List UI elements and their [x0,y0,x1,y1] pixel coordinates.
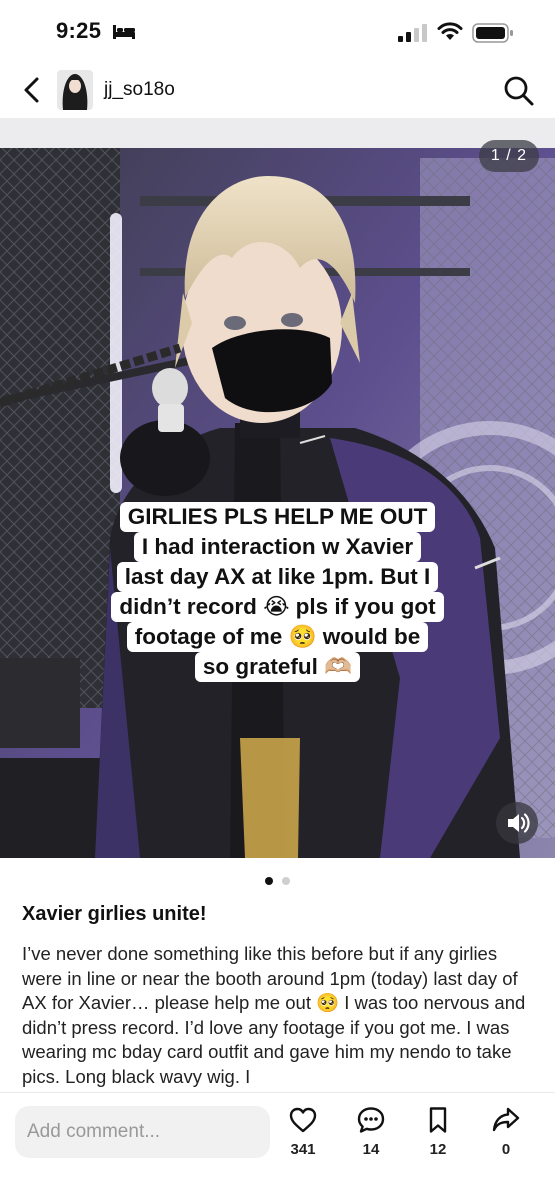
share-count: 0 [501,1141,511,1158]
carousel-dots [0,872,555,885]
caption-line: so grateful 🫶🏼 [194,652,361,682]
carousel-dot-active[interactable] [265,876,274,885]
wifi-icon [437,22,463,40]
save-count: 12 [429,1141,447,1158]
sleep-focus-icon [113,25,135,39]
caption-line: footage of me 🥺 would be [126,622,429,652]
bookmark-icon [429,1107,447,1133]
cellular-signal-icon [398,24,427,42]
status-time: 9:25 [56,18,102,43]
carousel-page-counter: 1 / 2 [478,140,539,172]
chevron-left-icon[interactable] [18,74,46,106]
comment-button[interactable]: 14 [346,1105,396,1158]
caption-line: last day AX at like 1pm. But I [116,562,439,592]
battery-icon [472,23,513,43]
cosplay-photo [0,118,555,858]
like-count: 341 [290,1141,316,1158]
comment-input[interactable] [15,1106,270,1158]
status-bar: 9:25 [0,0,555,62]
caption-line: didn’t record 😭 pls if you got [111,592,444,622]
search-icon[interactable] [502,74,536,108]
post-body: I’ve never done something like this befo… [22,943,526,1087]
save-button[interactable]: 12 [413,1105,463,1158]
speaker-icon [508,813,530,833]
like-button[interactable]: 341 [278,1105,328,1158]
post-image[interactable]: 1 / 2 GIRLIES PLS HELP ME OUT I had inte… [0,118,555,858]
post-title: Xavier girlies unite! [22,903,207,925]
bottom-action-bar: 341 14 12 0 [0,1092,555,1200]
username[interactable]: jj_so18o [104,79,175,101]
image-caption: GIRLIES PLS HELP ME OUT I had interactio… [0,502,555,682]
share-button[interactable]: 0 [481,1105,531,1158]
share-arrow-icon [492,1107,520,1132]
heart-icon [289,1107,317,1133]
caption-line: GIRLIES PLS HELP ME OUT [119,502,436,532]
post-header: jj_so18o [0,62,555,118]
chat-bubble-icon [357,1107,385,1133]
avatar[interactable] [57,70,93,110]
comment-count: 14 [362,1141,380,1158]
carousel-dot[interactable] [281,876,290,885]
caption-line: I had interaction w Xavier [133,532,422,562]
volume-button[interactable] [496,802,538,844]
